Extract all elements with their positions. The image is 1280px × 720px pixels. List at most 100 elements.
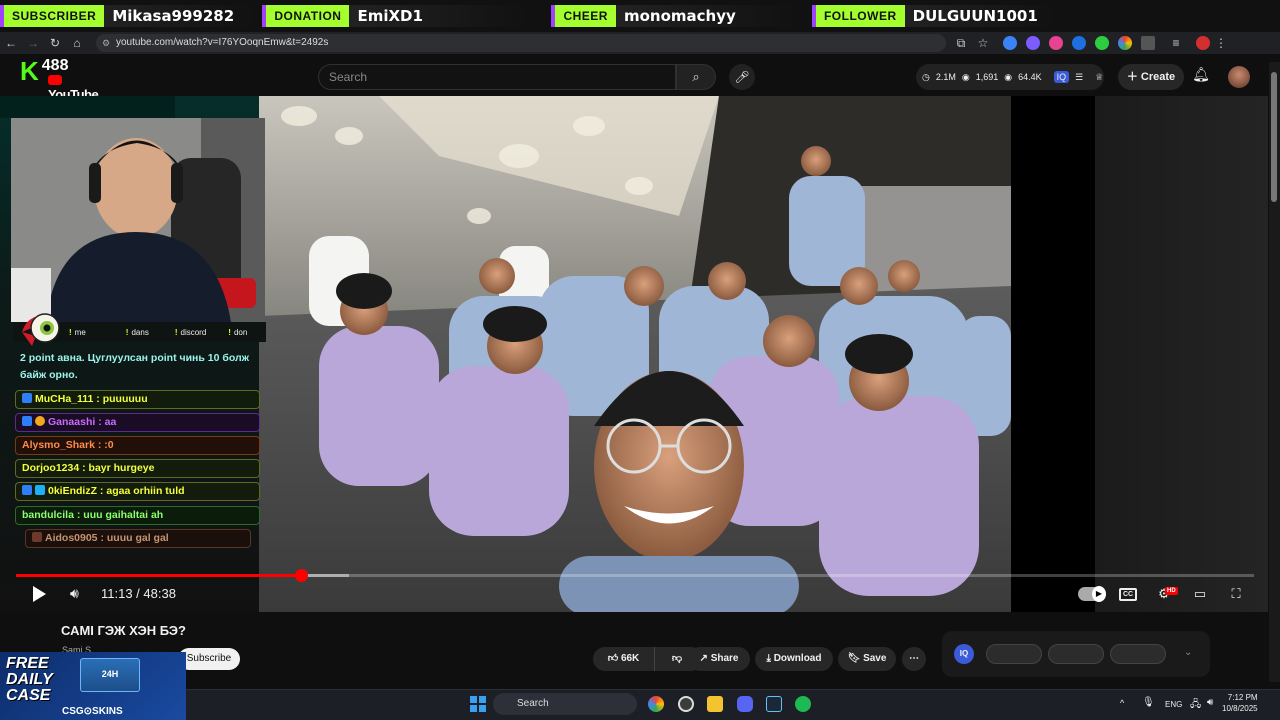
extension-icon[interactable] [1049,36,1063,50]
autoplay-toggle[interactable] [1078,586,1106,602]
site-info-icon[interactable]: ⚙ [102,34,110,52]
windows-start-icon[interactable] [470,696,486,712]
stat-a: 1,691 [975,72,999,82]
reading-list-icon[interactable]: ≡ [1165,36,1187,50]
taskbar-search[interactable]: Search [493,693,637,715]
scrollbar[interactable] [1269,62,1280,682]
extension-icon[interactable] [1003,36,1017,50]
scrubber-handle[interactable] [295,569,308,582]
like-dislike-group: 👍︎ 66K 👎︎ [593,647,703,671]
chat-message: Dorjoo1234 : bayr hurgeye [15,459,260,478]
alert-follower: FOLLOWER DULGUUN1001 [811,4,1055,28]
microphone-icon[interactable]: 🎤︎ [729,64,755,90]
chat-tab-don[interactable]: ! don [228,328,247,337]
search-icon[interactable]: ⌕ [676,64,716,90]
extension-icon[interactable] [1118,36,1132,50]
extension-icon[interactable] [1026,36,1040,50]
spotify-icon[interactable] [795,696,811,712]
scrollbar-thumb[interactable] [1271,72,1277,202]
stat-b: 64.4K [1018,72,1042,82]
install-icon[interactable]: ⧉ [950,36,972,51]
address-bar[interactable]: ⚙ youtube.com/watch?v=I76YOoqnEmw&t=2492s [96,34,946,52]
notifications-bell-icon[interactable]: 🔔︎ [1190,66,1212,88]
discord-icon[interactable] [737,696,753,712]
alert-subscriber: SUBSCRIBER Mikasa999282 [0,4,255,28]
alert-tag: CHEER [551,5,616,27]
eyeball-mascot-icon [22,313,60,346]
share-label: Share [710,653,739,664]
streamer-webcam [11,118,265,322]
iq-option[interactable] [1048,644,1104,664]
home-icon[interactable]: ⌂ [66,36,88,50]
chat-tab-dans[interactable]: ! dans [126,328,149,337]
windows-taskbar [186,689,1280,720]
group-selfie-image [259,96,1011,612]
alert-value: monomachyy [615,5,796,27]
play-icon[interactable] [30,585,48,603]
download-extension-icon[interactable] [1095,36,1109,50]
forward-icon[interactable]: → [22,36,44,50]
csgoskins-ad[interactable]: FREE DAILY CASE 24H CSG⊙SKINS [0,652,186,720]
extension-icon[interactable] [1072,36,1086,50]
ad-brand: CSG⊙SKINS [62,706,123,717]
video-pillarbox [1095,96,1268,612]
menu-kebab-icon[interactable]: ⋮ [1210,36,1232,50]
iq-option[interactable] [986,644,1042,664]
fullscreen-icon[interactable]: ⛶ [1226,586,1246,602]
list-icon: ☰ [1075,71,1084,82]
microphone-tray-icon[interactable]: 🎙︎ [1142,697,1155,708]
alert-cheer: CHEER monomachyy [551,4,796,28]
eye-icon: ◉ [1004,71,1013,82]
like-button[interactable]: 👍︎ 66K [593,647,655,671]
like-count: 66K [620,653,640,664]
subscribe-button[interactable]: Subscribe [178,648,240,670]
tray-chevron-icon[interactable]: ^ [1120,698,1124,708]
back-icon[interactable]: ← [0,36,22,50]
profile-icon[interactable] [1196,36,1210,50]
iq-option[interactable] [1110,644,1166,664]
network-icon[interactable]: 🖧︎ [1190,697,1201,714]
extension-stats[interactable]: ◷ 2.1M ◉ 1,691 ◉ 64.4K IQ ☰ ♕ [916,64,1104,90]
time-display: 11:13 / 48:38 [101,586,176,601]
download-label: Download [773,653,822,664]
download-button[interactable]: ⤓ Download [755,647,833,671]
chat-message: bandulcila : uuu gaihaltai ah [15,506,260,525]
progress-played [16,574,301,577]
reload-icon[interactable]: ↻ [44,36,66,50]
chevron-down-icon[interactable]: ⌄ [1184,647,1192,658]
alert-tag: FOLLOWER [811,5,905,27]
chat-tab-me[interactable]: ! me [69,328,86,337]
chat-tab-discord[interactable]: ! discord [175,328,206,337]
theater-mode-icon[interactable]: ▭ [1190,586,1210,602]
taskbar-clock[interactable]: 7:12 PM 10/8/2025 [1222,692,1258,714]
video-frame[interactable] [259,96,1011,612]
taskbar-search-label: Search [517,698,549,709]
kick-icon: K [20,56,39,86]
case-icon: 24H [80,658,140,692]
language-indicator[interactable]: ENG [1165,700,1182,709]
search-input[interactable]: Search [318,64,676,90]
save-button[interactable]: 🔖︎ Save [838,647,896,671]
captions-icon[interactable]: CC [1119,588,1137,601]
bookmark-star-icon[interactable]: ☆ [972,36,994,50]
overlay-header [0,96,175,118]
stat-views: 2.1M [935,72,956,82]
app-icon[interactable] [678,696,694,712]
chrome-icon[interactable] [648,696,664,712]
more-actions-icon[interactable]: ⋯ [902,647,926,671]
iq-icon[interactable]: IQ [954,644,974,664]
speaker-tray-icon[interactable]: 🔊︎ [1207,697,1213,708]
kick-youtube-logo[interactable]: K 488 YouTube [20,56,99,103]
volume-icon[interactable]: 🔊︎ [70,585,90,603]
avatar[interactable] [1228,66,1250,88]
alert-value: EmiXD1 [349,5,530,27]
create-button[interactable]: ＋ Create [1118,64,1184,90]
steam-icon[interactable] [766,696,782,712]
webcam-image [11,118,265,322]
save-label: Save [863,653,887,664]
share-button[interactable]: ↗ Share [688,647,750,671]
trophy-icon: ♕ [1095,71,1104,82]
puzzle-icon[interactable] [1141,36,1155,50]
iq-icon: IQ [1053,71,1070,83]
file-explorer-icon[interactable] [707,696,723,712]
